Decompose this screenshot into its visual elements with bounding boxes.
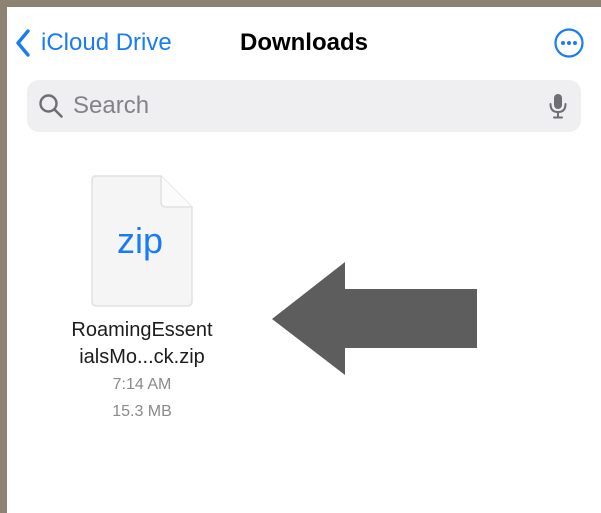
navigation-bar: iCloud Drive Downloads — [7, 7, 601, 75]
left-arrow-icon — [272, 262, 477, 375]
search-input[interactable] — [71, 91, 535, 121]
file-name-line-1: RoamingEssent — [71, 319, 213, 341]
file-name-line-2: ialsMo...ck.zip — [79, 346, 205, 368]
search-bar[interactable] — [27, 80, 581, 132]
file-name: RoamingEssent ialsMo...ck.zip — [47, 317, 237, 371]
file-time: 7:14 AM — [112, 376, 172, 393]
ellipsis-circle-icon[interactable] — [553, 27, 585, 59]
page-title: Downloads — [239, 29, 368, 56]
file-item[interactable]: zip RoamingEssent ialsMo...ck.zip 7:14 A… — [47, 175, 237, 425]
file-type-label: zip — [117, 220, 163, 261]
magnifying-glass-icon — [39, 94, 63, 118]
zip-file-icon: zip — [91, 175, 193, 307]
file-size: 15.3 MB — [112, 403, 172, 420]
microphone-icon[interactable] — [548, 93, 568, 119]
files-app-screen: iCloud Drive Downloads zip Roam — [7, 7, 601, 513]
